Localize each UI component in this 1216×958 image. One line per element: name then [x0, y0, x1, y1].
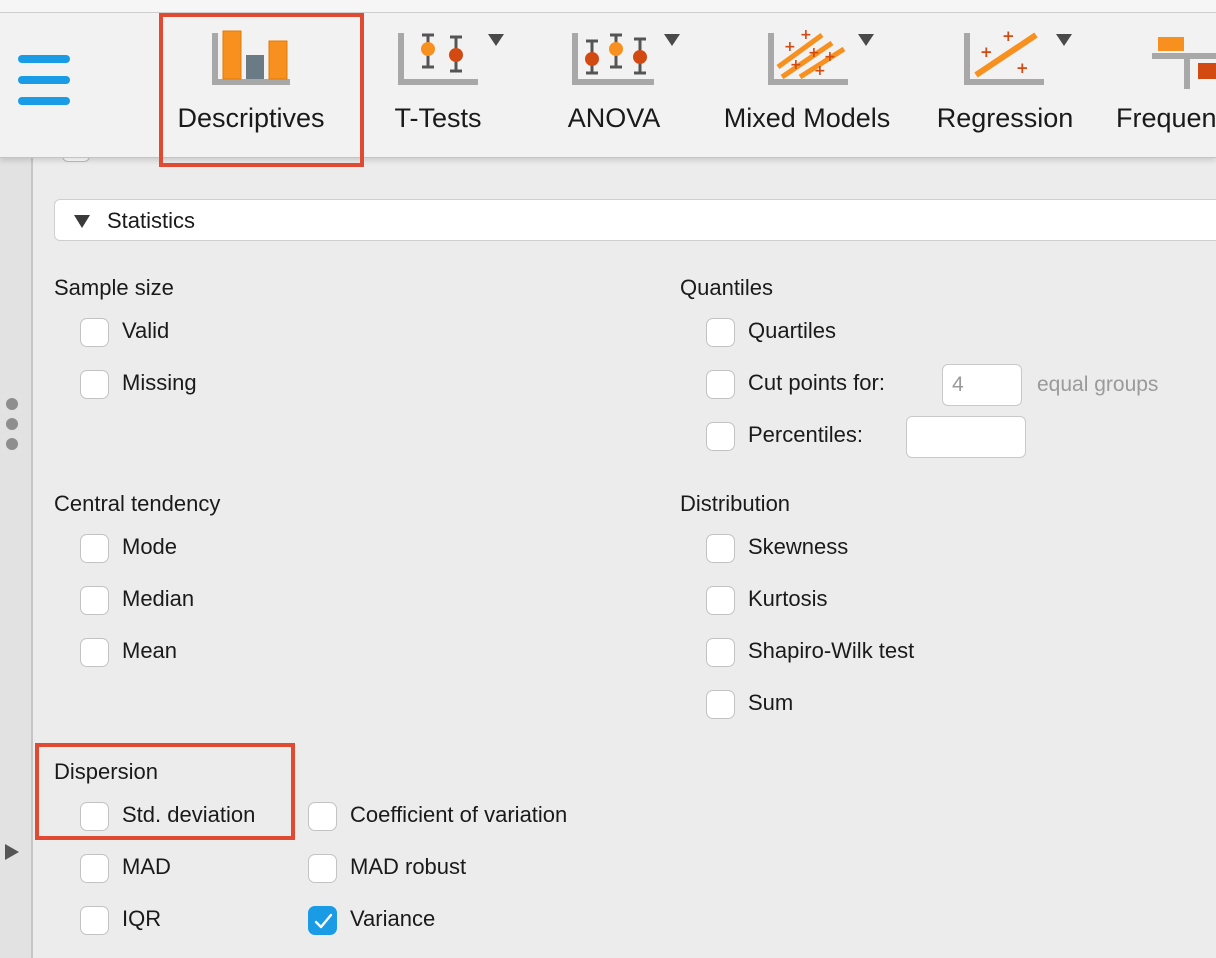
sum-label: Sum — [748, 690, 794, 715]
quartiles-label: Quartiles — [748, 318, 837, 343]
svg-text:+: + — [814, 63, 826, 79]
std-deviation-checkbox[interactable] — [80, 802, 109, 831]
drag-handle-dot-icon — [6, 438, 18, 450]
central-tendency-title: Central tendency — [54, 491, 221, 516]
mixed-models-dropdown-icon[interactable] — [858, 34, 874, 46]
tab-anova[interactable]: ANOVA — [550, 13, 680, 158]
coefficient-of-variation-checkbox[interactable] — [308, 802, 337, 831]
anova-dropdown-icon[interactable] — [664, 34, 680, 46]
shapiro-wilk-label: Shapiro-Wilk test — [748, 638, 915, 663]
shapiro-wilk-checkbox[interactable] — [706, 638, 735, 667]
median-checkbox[interactable] — [80, 586, 109, 615]
tab-mixed-models-label: Mixed Models — [723, 103, 891, 133]
mad-robust-label: MAD robust — [350, 854, 467, 879]
hamburger-menu-icon[interactable] — [18, 55, 70, 111]
t-tests-icon — [398, 33, 478, 85]
frequencies-icon — [1152, 37, 1216, 89]
svg-text:+: + — [800, 27, 812, 43]
tab-t-tests-label: T-Tests — [394, 103, 482, 133]
tab-mixed-models[interactable]: + + + + + + Mixed Models — [716, 13, 898, 158]
expand-panel-arrow-icon[interactable] — [5, 844, 19, 860]
equal-groups-label: equal groups — [1037, 373, 1159, 396]
dispersion-title: Dispersion — [54, 759, 158, 784]
mode-label: Mode — [122, 534, 178, 559]
kurtosis-checkbox[interactable] — [706, 586, 735, 615]
svg-text:+: + — [784, 39, 796, 55]
drag-handle-dot-icon — [6, 418, 18, 430]
descriptives-icon — [212, 30, 290, 85]
percentiles-checkbox[interactable] — [706, 422, 735, 451]
variance-checkbox[interactable] — [308, 906, 337, 935]
tab-t-tests[interactable]: T-Tests — [372, 13, 504, 158]
svg-text:+: + — [808, 45, 820, 61]
coefficient-of-variation-label: Coefficient of variation — [350, 802, 568, 827]
mixed-models-icon: +++ + ++ — [768, 27, 848, 85]
tab-regression-label: Regression — [936, 103, 1074, 133]
checkmark-icon — [314, 913, 333, 929]
iqr-checkbox[interactable] — [80, 906, 109, 935]
svg-text:+: + — [824, 49, 836, 65]
tab-descriptives-label: Descriptives — [177, 103, 325, 133]
tab-regression[interactable]: + + + Regression — [932, 13, 1078, 158]
mad-robust-checkbox[interactable] — [308, 854, 337, 883]
missing-label: Missing — [122, 370, 197, 395]
anova-icon — [572, 33, 654, 85]
svg-text:+: + — [980, 43, 993, 61]
regression-dropdown-icon[interactable] — [1056, 34, 1072, 46]
statistics-section-title: Statistics — [107, 208, 196, 233]
svg-text:+: + — [790, 57, 802, 73]
tab-descriptives[interactable]: Descriptives — [164, 13, 338, 158]
window-top-strip — [0, 0, 1216, 13]
missing-checkbox[interactable] — [80, 370, 109, 399]
cut-points-checkbox[interactable] — [706, 370, 735, 399]
cut-points-input[interactable] — [942, 364, 1022, 406]
mode-checkbox[interactable] — [80, 534, 109, 563]
drag-handle-dot-icon — [6, 398, 18, 410]
iqr-label: IQR — [122, 906, 162, 931]
sum-checkbox[interactable] — [706, 690, 735, 719]
valid-checkbox[interactable] — [80, 318, 109, 347]
valid-label: Valid — [122, 318, 170, 343]
svg-text:+: + — [1002, 27, 1015, 45]
distribution-title: Distribution — [680, 491, 791, 516]
t-tests-dropdown-icon[interactable] — [488, 34, 504, 46]
tab-anova-label: ANOVA — [567, 103, 661, 133]
variance-label: Variance — [350, 906, 436, 931]
tab-frequencies-label: Frequen — [1116, 103, 1216, 133]
kurtosis-label: Kurtosis — [748, 586, 828, 611]
median-label: Median — [122, 586, 195, 611]
mean-checkbox[interactable] — [80, 638, 109, 667]
quantiles-title: Quantiles — [680, 275, 773, 300]
collapse-triangle-icon — [74, 215, 90, 228]
cut-points-label: Cut points for: — [748, 370, 885, 395]
regression-icon: +++ — [964, 27, 1044, 85]
percentiles-input[interactable] — [906, 416, 1026, 458]
statistics-section-header[interactable]: Statistics — [54, 199, 1216, 241]
svg-text:+: + — [1016, 59, 1029, 77]
left-splitter-rail[interactable] — [0, 158, 33, 958]
skewness-label: Skewness — [748, 534, 849, 559]
std-deviation-label: Std. deviation — [122, 802, 256, 827]
sample-size-title: Sample size — [54, 275, 174, 300]
mad-checkbox[interactable] — [80, 854, 109, 883]
mad-label: MAD — [122, 854, 171, 879]
mean-label: Mean — [122, 638, 178, 663]
analysis-ribbon: Descriptives T-Tests ANOVA + + + + + + M… — [0, 13, 1216, 158]
skewness-checkbox[interactable] — [706, 534, 735, 563]
quartiles-checkbox[interactable] — [706, 318, 735, 347]
tab-frequencies[interactable]: Frequen — [1112, 13, 1216, 158]
percentiles-label: Percentiles: — [748, 422, 863, 447]
